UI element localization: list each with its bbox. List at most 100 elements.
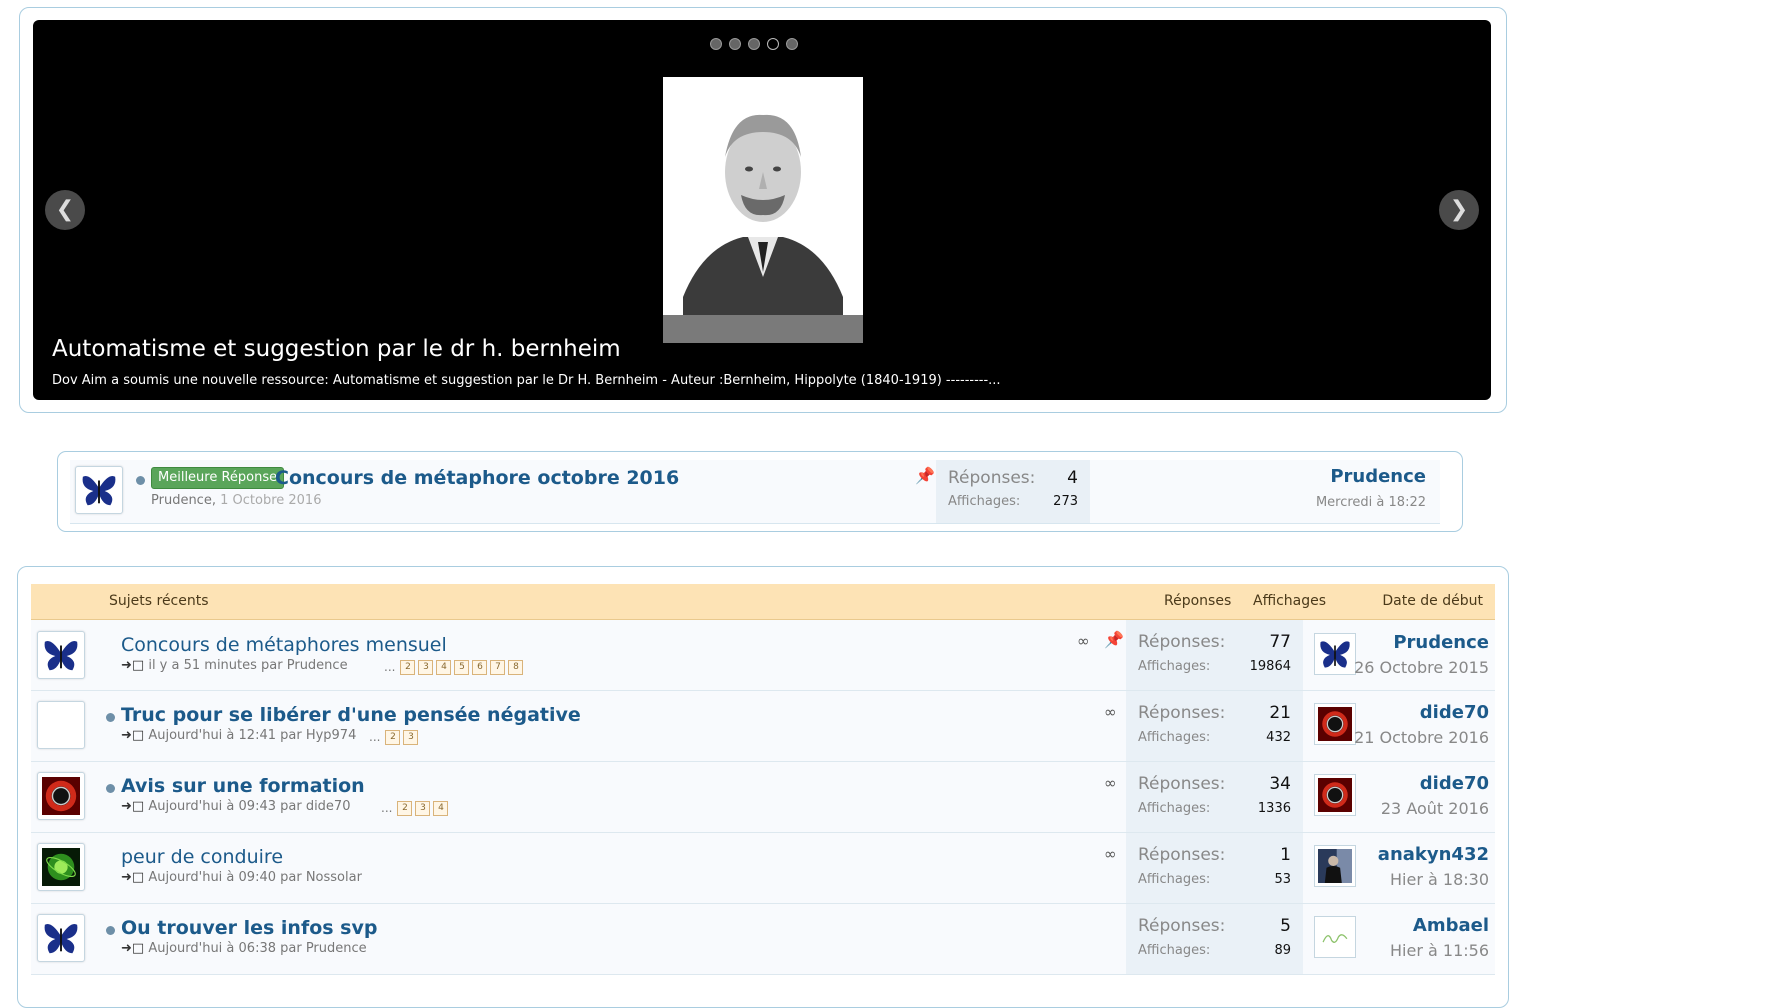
- topic-meta: ➜□ Aujourd'hui à 12:41 par Hyp974: [121, 728, 356, 743]
- views-count: 19864: [1249, 659, 1291, 674]
- topic-start-date[interactable]: 23 Août 2016: [1381, 799, 1489, 818]
- topic-title[interactable]: Concours de métaphores mensuel: [121, 634, 447, 656]
- page-links: ... 2 3 4 5 6 7 8: [384, 660, 524, 675]
- views-label: Affichages:: [1138, 801, 1211, 816]
- slider-dot-5[interactable]: [786, 38, 798, 50]
- topic-start-date[interactable]: Hier à 18:30: [1390, 870, 1489, 889]
- unread-bullet-icon: [106, 926, 115, 935]
- last-reply-icon: ➜□: [121, 799, 145, 814]
- replies-label: Réponses:: [1138, 774, 1226, 794]
- topic-starter[interactable]: dide70: [1420, 773, 1489, 794]
- avatar[interactable]: [37, 914, 85, 962]
- topic-starter[interactable]: dide70: [1420, 702, 1489, 723]
- topic-stats: Réponses: 34 Affichages: 1336: [1126, 762, 1303, 832]
- avatar[interactable]: [1314, 703, 1356, 745]
- page-link[interactable]: 3: [415, 801, 431, 816]
- topic-meta-text[interactable]: il y a 51 minutes par Prudence: [148, 658, 347, 673]
- sticky-last-date[interactable]: Mercredi à 18:22: [1316, 495, 1426, 510]
- replies-count: 1: [1280, 845, 1291, 865]
- topic-title[interactable]: Avis sur une formation: [121, 775, 365, 797]
- header-title: Sujets récents: [109, 593, 209, 609]
- prefix-badge[interactable]: Meilleure Réponse: [151, 467, 285, 489]
- featured-slider[interactable]: ❮ ❯ Automatisme et suggestion par le dr …: [33, 20, 1491, 400]
- butterfly-avatar-icon: [82, 475, 116, 506]
- chevron-right-icon[interactable]: ❯: [1439, 190, 1479, 230]
- avatar[interactable]: [37, 843, 85, 891]
- header-start-date[interactable]: Date de début: [1382, 593, 1483, 609]
- topic-stats: Réponses: 5 Affichages: 89: [1126, 904, 1303, 974]
- slider-dot-3[interactable]: [748, 38, 760, 50]
- recent-topics-panel: Sujets récents Réponses Affichages Date …: [17, 566, 1509, 1008]
- avatar[interactable]: [1314, 633, 1356, 675]
- topic-starter[interactable]: anakyn432: [1378, 844, 1489, 865]
- eclipse-avatar-icon: [1318, 778, 1352, 812]
- avatar[interactable]: [37, 701, 85, 749]
- slide-title[interactable]: Automatisme et suggestion par le dr h. b…: [52, 336, 621, 362]
- glasses-icon: ∞: [1077, 632, 1090, 650]
- topic-starter[interactable]: Prudence: [1393, 632, 1489, 653]
- topic-meta: ➜□ il y a 51 minutes par Prudence: [121, 658, 348, 673]
- page-link[interactable]: 3: [403, 730, 419, 745]
- header-replies[interactable]: Réponses: [1164, 593, 1231, 609]
- topic-meta-text[interactable]: Aujourd'hui à 09:40 par Nossolar: [148, 870, 362, 885]
- topic-title[interactable]: Truc pour se libérer d'une pensée négati…: [121, 704, 581, 726]
- eclipse-avatar-icon: [42, 777, 80, 815]
- views-label: Affichages:: [1138, 872, 1211, 887]
- sticky-thread-title[interactable]: Concours de métaphore octobre 2016: [275, 467, 679, 489]
- topic-start-date[interactable]: 26 Octobre 2015: [1354, 658, 1489, 677]
- topic-meta-text[interactable]: Aujourd'hui à 06:38 par Prudence: [148, 941, 366, 956]
- topic-start-date[interactable]: Hier à 11:56: [1390, 941, 1489, 960]
- page-link[interactable]: 5: [454, 660, 470, 675]
- chevron-left-icon[interactable]: ❮: [45, 190, 85, 230]
- views-count: 1336: [1257, 801, 1291, 816]
- replies-count: 34: [1269, 774, 1291, 794]
- slider-pagination: [710, 38, 798, 50]
- page-link[interactable]: 7: [490, 660, 506, 675]
- topic-start-date[interactable]: 21 Octobre 2016: [1354, 728, 1489, 747]
- topic-title[interactable]: peur de conduire: [121, 846, 283, 868]
- page-link[interactable]: 4: [436, 660, 452, 675]
- avatar[interactable]: [1314, 774, 1356, 816]
- page-link[interactable]: 6: [472, 660, 488, 675]
- replies-label: Réponses:: [948, 468, 1036, 488]
- topic-title[interactable]: Ou trouver les infos svp: [121, 917, 377, 939]
- avatar[interactable]: [1314, 845, 1356, 887]
- topic-meta: ➜□ Aujourd'hui à 09:40 par Nossolar: [121, 870, 362, 885]
- table-row: Ou trouver les infos svp ➜□ Aujourd'hui …: [31, 904, 1495, 975]
- avatar[interactable]: [75, 466, 123, 514]
- replies-count: 21: [1269, 703, 1291, 723]
- page-link[interactable]: 4: [433, 801, 449, 816]
- sticky-author[interactable]: Prudence: [151, 493, 212, 508]
- page-link[interactable]: 2: [397, 801, 413, 816]
- topic-meta: ➜□ Aujourd'hui à 09:43 par dide70: [121, 799, 350, 814]
- replies-count: 77: [1269, 632, 1291, 652]
- page-link[interactable]: 2: [400, 660, 416, 675]
- topic-starter[interactable]: Ambael: [1413, 915, 1489, 936]
- page-link[interactable]: 2: [385, 730, 401, 745]
- header-views[interactable]: Affichages: [1253, 593, 1326, 609]
- slider-dot-2[interactable]: [729, 38, 741, 50]
- views-count: 89: [1274, 943, 1291, 958]
- sticky-last-user[interactable]: Prudence: [1330, 466, 1426, 487]
- slider-dot-1[interactable]: [710, 38, 722, 50]
- last-reply-icon: ➜□: [121, 728, 145, 743]
- topic-stats: Réponses: 21 Affichages: 432: [1126, 691, 1303, 761]
- replies-label: Réponses:: [1138, 632, 1226, 652]
- views-count: 273: [1053, 494, 1078, 509]
- topic-meta-text[interactable]: Aujourd'hui à 09:43 par dide70: [148, 799, 350, 814]
- table-row: Concours de métaphores mensuel ➜□ il y a…: [31, 620, 1495, 691]
- page-link[interactable]: 8: [508, 660, 524, 675]
- replies-count: 4: [1067, 468, 1078, 488]
- topic-stats: Réponses: 77 Affichages: 19864: [1126, 620, 1303, 690]
- avatar[interactable]: [1314, 916, 1356, 958]
- page-link[interactable]: 3: [418, 660, 434, 675]
- slide-portrait-image[interactable]: [663, 77, 863, 343]
- unread-bullet-icon: [106, 784, 115, 793]
- table-row: peur de conduire ➜□ Aujourd'hui à 09:40 …: [31, 833, 1495, 904]
- views-count: 53: [1274, 872, 1291, 887]
- slider-dot-4[interactable]: [767, 38, 779, 50]
- avatar[interactable]: [37, 772, 85, 820]
- topic-meta-text[interactable]: Aujourd'hui à 12:41 par Hyp974: [148, 728, 356, 743]
- views-label: Affichages:: [1138, 943, 1211, 958]
- avatar[interactable]: [37, 631, 85, 679]
